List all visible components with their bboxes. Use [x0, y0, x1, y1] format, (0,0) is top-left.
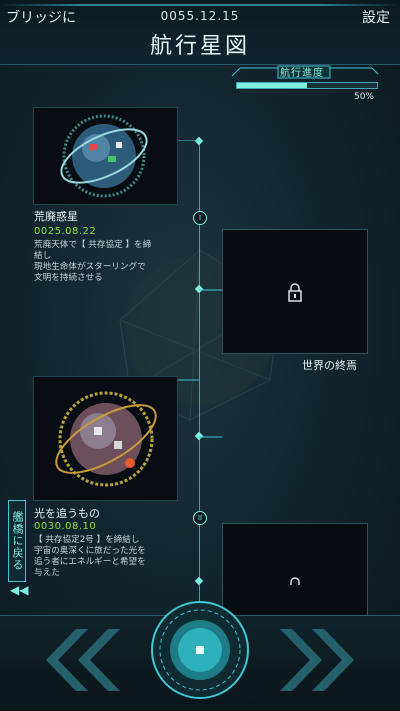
card-description: 【 共存協定2号 】を締結し 宇宙の奥深くに旅だった光を 追う者にエネルギーと希… — [34, 535, 146, 578]
voyage-progress: 航行進度 50% — [230, 64, 380, 104]
card-title: 荒廃惑星 — [34, 210, 78, 223]
progress-label: 航行進度 — [280, 68, 324, 79]
lock-icon — [290, 577, 300, 585]
double-chevron-right-icon[interactable] — [280, 625, 364, 695]
desolate-planet-icon — [60, 114, 148, 198]
top-header: ブリッジに 0055.12.15 設定 航行星図 — [0, 0, 400, 65]
card-description: 荒廃天体で【 共存協定 】を締 結し 現地生命体がスターリングで 文明を持続させ… — [34, 240, 152, 283]
card-date: 0025.08.22 — [34, 226, 97, 237]
return-to-bridge-tab[interactable]: 艦橋に戻る — [8, 500, 26, 582]
locked-card[interactable] — [222, 229, 368, 354]
center-button-icon[interactable] — [150, 600, 250, 700]
double-chevron-left-icon[interactable] — [36, 625, 120, 695]
light-chaser-planet-icon — [55, 391, 157, 487]
locked-card-title: 世界の終焉 — [302, 359, 357, 372]
header-accent-line — [0, 4, 400, 6]
star-map-screen: ブリッジに 0055.12.15 設定 航行星図 航行進度 50% I II 荒… — [0, 0, 400, 711]
progress-bar — [236, 82, 378, 89]
return-arrow-icon[interactable]: ◀◀ — [10, 583, 28, 597]
planet-card-image[interactable] — [33, 107, 178, 205]
planet-card-image[interactable] — [33, 376, 178, 501]
settings-link[interactable]: 設定 — [362, 7, 390, 27]
card-title: 光を追うもの — [34, 507, 100, 520]
card-date: 0030.08.10 — [34, 521, 97, 532]
page-title: 航行星図 — [149, 34, 250, 59]
progress-fill — [237, 83, 307, 88]
progress-value: 50% — [353, 92, 374, 102]
current-date: 0055.12.15 — [160, 9, 240, 23]
lock-icon — [288, 283, 302, 302]
